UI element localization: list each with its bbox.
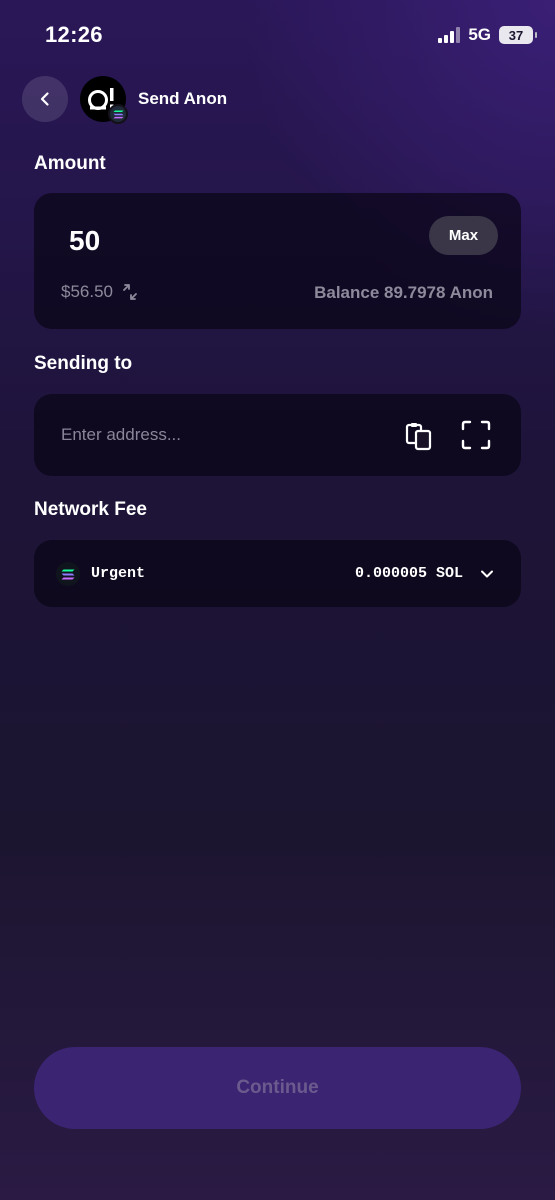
solana-badge-icon: [108, 104, 128, 124]
solana-icon: [56, 562, 80, 586]
address-input[interactable]: Enter address...: [61, 425, 181, 445]
clipboard-icon: [405, 423, 432, 451]
status-indicators: 5G 37: [438, 24, 537, 46]
page-title: Send Anon: [138, 89, 228, 108]
header: Send Anon: [22, 76, 228, 124]
signal-icon: [438, 27, 461, 43]
continue-button[interactable]: Continue: [34, 1047, 521, 1129]
status-bar: 12:26 5G 37: [0, 0, 555, 70]
sending-to-label: Sending to: [34, 353, 133, 374]
scan-qr-button[interactable]: [460, 419, 492, 451]
fiat-toggle[interactable]: $56.50: [61, 282, 139, 302]
fee-amount: 0.000005 SOL: [354, 565, 463, 582]
chevron-down-icon: [481, 570, 493, 578]
back-button[interactable]: [22, 76, 68, 122]
chevron-left-icon: [40, 92, 49, 106]
token-avatar: [80, 76, 128, 124]
amount-input[interactable]: 50: [69, 225, 100, 257]
fee-speed: Urgent: [91, 565, 146, 582]
scan-icon: [461, 420, 491, 450]
battery-icon: 37: [499, 26, 537, 44]
network-type: 5G: [468, 25, 491, 44]
fee-selector[interactable]: Urgent 0.000005 SOL: [34, 540, 521, 607]
amount-label: Amount: [34, 153, 106, 174]
network-fee-label: Network Fee: [34, 499, 147, 520]
address-card: Enter address...: [34, 394, 521, 476]
swap-icon: [123, 284, 137, 300]
fiat-value: $56.50: [61, 282, 113, 301]
balance-text: Balance 89.7978 Anon: [314, 283, 493, 302]
amount-card: 50 Max $56.50 Balance 89.7978 Anon: [34, 193, 521, 329]
battery-level: 37: [508, 27, 524, 43]
paste-button[interactable]: [403, 420, 435, 452]
status-time: 12:26: [45, 22, 103, 47]
max-button[interactable]: Max: [429, 216, 498, 255]
